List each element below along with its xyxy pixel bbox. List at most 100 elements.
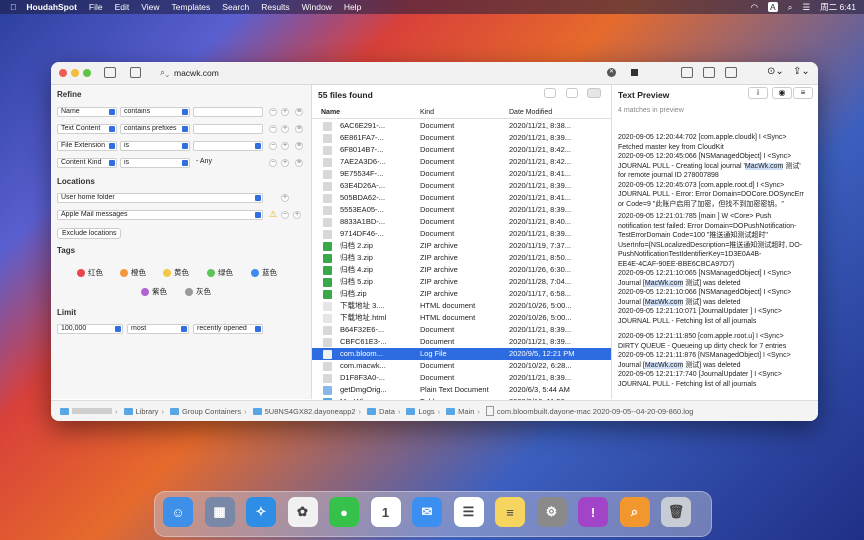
criterion-options-button[interactable]: ≡: [295, 108, 303, 116]
result-row[interactable]: 下载地址.html HTML document 2020/10/26, 5:00..…: [312, 312, 611, 324]
location-select[interactable]: User home folder: [57, 193, 263, 203]
path-segment[interactable]: Group Containers: [182, 407, 241, 416]
result-row[interactable]: com.bloom... Log File 2020/9/5, 12:21 PM: [312, 348, 611, 360]
add-location-button[interactable]: +: [293, 211, 301, 219]
text-preview-icon[interactable]: ≡: [793, 87, 813, 99]
result-row[interactable]: 505BDA62-... Document 2020/11/21, 8:41...: [312, 192, 611, 204]
input-method-icon[interactable]: A: [768, 2, 778, 12]
menu-app[interactable]: HoudahSpot: [26, 2, 77, 12]
action-menu-icon[interactable]: ⊙⌄: [767, 66, 784, 77]
menu-edit[interactable]: Edit: [115, 2, 130, 12]
menu-help[interactable]: Help: [344, 2, 361, 12]
operator-select[interactable]: is: [120, 158, 190, 168]
remove-criterion-button[interactable]: −: [269, 108, 277, 116]
criterion-options-button[interactable]: ≡: [295, 142, 303, 150]
launchpad-icon[interactable]: ▦: [204, 497, 235, 527]
limit-mode-select[interactable]: most: [127, 324, 189, 334]
photos-icon[interactable]: ✿: [287, 497, 318, 527]
reminders-icon[interactable]: ☰: [453, 497, 484, 527]
column-date[interactable]: Date Modified: [509, 109, 552, 116]
layout-left-icon[interactable]: [681, 67, 693, 78]
add-criterion-button[interactable]: +: [281, 142, 289, 150]
calendar-icon[interactable]: 1: [370, 497, 401, 527]
result-row[interactable]: 63E4D26A-... Document 2020/11/21, 8:39...: [312, 180, 611, 192]
operator-select[interactable]: is: [120, 141, 190, 151]
system-preferences-icon[interactable]: ⚙: [536, 497, 567, 527]
result-row[interactable]: CBFC61E3-... Document 2020/11/21, 8:39...: [312, 336, 611, 348]
remove-location-button[interactable]: −: [281, 211, 289, 219]
menu-window[interactable]: Window: [302, 2, 332, 12]
add-location-button[interactable]: +: [281, 194, 289, 202]
result-row[interactable]: 6E861FA7-... Document 2020/11/21, 8:39...: [312, 132, 611, 144]
result-row[interactable]: com.macwk... Document 2020/10/22, 6:28...: [312, 360, 611, 372]
share-icon[interactable]: ⇪⌄: [793, 66, 810, 77]
control-center-icon[interactable]: ☰: [802, 2, 810, 13]
criterion-options-button[interactable]: ≡: [295, 159, 303, 167]
value-field[interactable]: [193, 124, 263, 134]
trash-icon[interactable]: 🗑: [661, 497, 691, 527]
result-row[interactable]: B64F32E6-... Document 2020/11/21, 8:39...: [312, 324, 611, 336]
grid-view-icon[interactable]: [566, 88, 578, 98]
value-select[interactable]: [193, 141, 263, 151]
preview-toggle-icon[interactable]: [130, 67, 141, 78]
result-row[interactable]: 9714DF46-... Document 2020/11/21, 8:39...: [312, 228, 611, 240]
result-row[interactable]: 归档 5.zip ZIP archive 2020/11/28, 7:04...: [312, 276, 611, 288]
result-row[interactable]: 归档.zip ZIP archive 2020/11/17, 6:58...: [312, 288, 611, 300]
messages-icon[interactable]: ●: [329, 497, 359, 527]
minimize-button[interactable]: [71, 69, 79, 77]
path-segment[interactable]: Logs: [418, 407, 434, 416]
result-row[interactable]: 8833A1BD-... Document 2020/11/21, 8:40...: [312, 216, 611, 228]
path-segment[interactable]: Library: [136, 407, 159, 416]
quicklook-icon[interactable]: ◉: [772, 87, 792, 99]
remove-criterion-button[interactable]: −: [269, 159, 277, 167]
zoom-button[interactable]: [83, 69, 91, 77]
result-row[interactable]: 7AE2A3D6-... Document 2020/11/21, 8:42...: [312, 156, 611, 168]
layout-split-icon[interactable]: [703, 67, 715, 78]
stop-icon[interactable]: [631, 69, 638, 76]
location-select[interactable]: Apple Mail messages: [57, 210, 263, 220]
add-criterion-button[interactable]: +: [281, 125, 289, 133]
mail-icon[interactable]: ✉: [412, 497, 442, 527]
gallery-view-icon[interactable]: [544, 88, 556, 98]
menu-results[interactable]: Results: [261, 2, 289, 12]
finder-icon[interactable]: ☺: [163, 497, 193, 527]
result-row[interactable]: 9E75534F-... Document 2020/11/21, 8:41...: [312, 168, 611, 180]
search-input[interactable]: macwk.com: [174, 68, 219, 78]
attribute-select[interactable]: Content Kind: [57, 158, 117, 168]
operator-select[interactable]: contains: [120, 107, 190, 117]
tag-yellow[interactable]: 黄色: [163, 267, 189, 278]
result-row[interactable]: 归档 4.zip ZIP archive 2020/11/26, 6:30...: [312, 264, 611, 276]
result-row[interactable]: 6F8014B7-... Document 2020/11/21, 8:42...: [312, 144, 611, 156]
path-segment[interactable]: Data: [379, 407, 395, 416]
exclude-locations-button[interactable]: Exclude locations: [57, 228, 122, 239]
result-row[interactable]: 5553EA05-... Document 2020/11/21, 8:39...: [312, 204, 611, 216]
limit-order-select[interactable]: recently opened: [193, 324, 263, 334]
column-kind[interactable]: Kind: [420, 109, 434, 116]
houdahspot-icon[interactable]: ⌕: [619, 497, 650, 527]
value-field[interactable]: [193, 107, 263, 117]
menu-view[interactable]: View: [141, 2, 159, 12]
path-segment[interactable]: com.bloombuilt.dayone-mac 2020-09-05--04…: [497, 407, 693, 416]
layout-right-icon[interactable]: [725, 67, 737, 78]
tag-gray[interactable]: 灰色: [185, 286, 211, 297]
column-name[interactable]: Name: [321, 109, 340, 116]
attribute-select[interactable]: Name: [57, 107, 117, 117]
tag-orange[interactable]: 橙色: [120, 267, 146, 278]
path-segment[interactable]: Main: [458, 407, 474, 416]
wifi-icon[interactable]: ◠: [751, 2, 758, 13]
sidebar-toggle-icon[interactable]: [104, 67, 116, 78]
tag-green[interactable]: 绿色: [207, 267, 233, 278]
tag-purple[interactable]: 紫色: [141, 286, 167, 297]
menu-search[interactable]: Search: [222, 2, 249, 12]
limit-count-field[interactable]: 100,000: [57, 324, 123, 334]
result-row[interactable]: getDmgOrig... Plain Text Document 2020/6/3…: [312, 384, 611, 396]
remove-criterion-button[interactable]: −: [269, 125, 277, 133]
search-menu-icon[interactable]: ⌕: [788, 2, 793, 13]
clock[interactable]: 周二 6:41: [820, 1, 856, 13]
result-row[interactable]: 归档 2.zip ZIP archive 2020/11/19, 7:37...: [312, 240, 611, 252]
tag-blue[interactable]: 蓝色: [251, 267, 277, 278]
menu-templates[interactable]: Templates: [172, 2, 211, 12]
result-row[interactable]: 归档 3.zip ZIP archive 2020/11/21, 8:50...: [312, 252, 611, 264]
list-view-icon[interactable]: [587, 88, 601, 98]
path-segment[interactable]: 5U8NS4GX82.dayoneapp2: [265, 407, 356, 416]
